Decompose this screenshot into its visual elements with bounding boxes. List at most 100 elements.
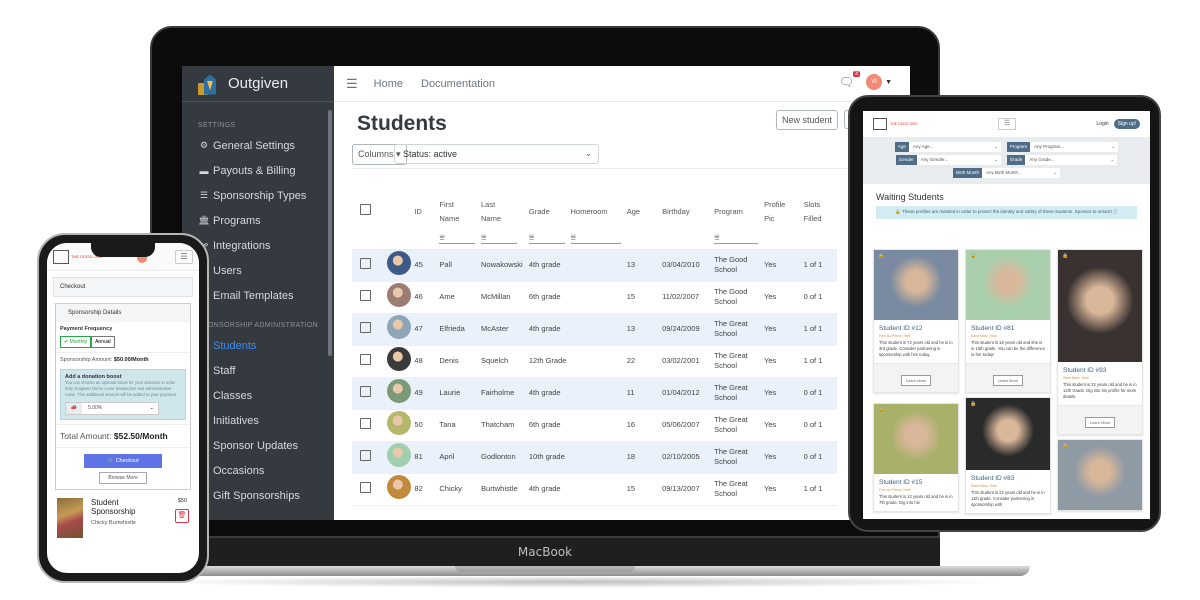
sidebar-item-sponsorship-types[interactable]: ☰ Sponsorship Types xyxy=(182,183,334,208)
amount-label: Sponsorship Amount: xyxy=(60,357,113,363)
cell-homeroom xyxy=(570,281,627,314)
student-card[interactable]: 🔒 Student ID #83 Saint Marc, Haiti This … xyxy=(965,397,1051,515)
filter-icon[interactable]: ⩸ xyxy=(714,231,759,245)
login-link[interactable]: Login xyxy=(1096,121,1108,127)
table-row[interactable]: 48 Denis Squelch 12th Grade 22 03/02/2001 The … xyxy=(352,345,837,378)
row-checkbox[interactable] xyxy=(360,321,371,333)
header-profile-pic[interactable]: Profile Pic xyxy=(764,197,804,227)
frequency-monthly-button[interactable]: ✔ Monthly xyxy=(60,336,92,348)
boost-percent-select[interactable]: 📣 5.00% ⌄ xyxy=(65,402,159,416)
status-filter-value: Status: active xyxy=(403,149,458,159)
student-card[interactable]: 🔒 Student ID #81 Saint Marc, Haiti This … xyxy=(965,249,1051,394)
learn-more-button[interactable]: Learn More xyxy=(992,375,1024,387)
learn-more-button[interactable]: Learn More xyxy=(900,375,932,387)
table-row[interactable]: 49 Laurie Fairholme 4th grade 11 01/04/2012 Th… xyxy=(352,377,837,410)
sidebar-item-payouts-billing[interactable]: ▬ Payouts & Billing xyxy=(182,158,334,183)
org-logo[interactable]: THE GOOD ORG xyxy=(873,118,918,130)
header-birthday[interactable]: Birthday xyxy=(662,197,714,227)
table-row[interactable]: 50 Tana Thatcham 6th grade 16 05/06/2007 The G… xyxy=(352,409,837,442)
status-filter-select[interactable]: Status: active ⌄ xyxy=(394,144,599,164)
row-checkbox[interactable] xyxy=(360,257,371,269)
table-row[interactable]: 47 Elfrieda McAster 4th grade 13 09/24/2009 Th… xyxy=(352,313,837,346)
student-card[interactable]: 🔒 Student ID #15 Port-au-Prince, Haiti T… xyxy=(873,403,959,513)
header-program[interactable]: Program xyxy=(714,197,764,227)
waiting-students-heading: Waiting Students xyxy=(876,192,944,202)
cell-birthday: 03/04/2010 xyxy=(662,249,715,282)
header-first-name[interactable]: First Name xyxy=(439,197,481,227)
user-menu-caret-icon[interactable]: ▼ xyxy=(885,79,892,86)
cell-id: 81 xyxy=(414,441,440,474)
filter-grade[interactable]: Grade Any Grade... ⌄ xyxy=(1006,155,1118,165)
filter-label: Gender xyxy=(895,155,917,165)
filter-gender[interactable]: Gender Any Gender... ⌄ xyxy=(895,155,1001,165)
nav-link-documentation[interactable]: Documentation xyxy=(421,78,495,90)
header-age[interactable]: Age xyxy=(627,197,662,227)
hamburger-menu-icon[interactable]: ☰ xyxy=(175,249,193,264)
trash-icon[interactable]: 🗑 xyxy=(175,509,189,524)
notification-badge: 3 xyxy=(852,71,861,77)
sidebar-item-programs[interactable]: 🏛 Programs xyxy=(182,208,334,233)
filter-program[interactable]: Program Any Program... ⌄ xyxy=(1006,142,1119,152)
filter-icon[interactable]: ⩸ xyxy=(570,231,621,245)
cell-birthday: 03/02/2001 xyxy=(662,345,715,378)
filter-label: Grade xyxy=(1006,155,1026,165)
sidebar-item-general-settings[interactable]: ⚙ General Settings xyxy=(182,133,334,158)
filter-select[interactable]: Any Grade... ⌄ xyxy=(1025,155,1118,165)
row-checkbox[interactable] xyxy=(360,385,371,397)
hamburger-menu-icon[interactable]: ☰ xyxy=(998,118,1017,130)
row-checkbox[interactable] xyxy=(360,289,371,301)
row-checkbox[interactable] xyxy=(360,353,371,365)
row-checkbox[interactable] xyxy=(360,449,371,461)
filter-icon[interactable]: ⩸ xyxy=(439,231,476,245)
payment-frequency-label: Payment Frequency xyxy=(60,326,113,332)
student-card[interactable]: 🔒 Student ID #12 Port-au-Prince, Haiti T… xyxy=(873,249,959,394)
cell-profile-pic: Yes xyxy=(764,345,804,378)
filter-icon[interactable]: ⩸ xyxy=(481,231,518,245)
cell-profile-pic: Yes xyxy=(764,473,804,506)
filter-icon[interactable]: ⩸ xyxy=(528,231,565,245)
table-row[interactable]: 45 Pall Nowakowski 4th grade 13 03/04/2010 The… xyxy=(352,249,837,282)
user-avatar[interactable]: VI xyxy=(866,74,883,90)
filter-birth-month[interactable]: Birth Month Any Birth Month... ⌄ xyxy=(952,168,1060,178)
table-row[interactable]: 82 Chicky Burtwhistle 4th grade 15 09/13/2007… xyxy=(352,473,837,506)
browse-more-button[interactable]: Browse More xyxy=(99,472,147,485)
student-avatar xyxy=(387,283,412,308)
filter-age[interactable]: Age Any Age... ⌄ xyxy=(894,142,1001,152)
cell-id: 47 xyxy=(414,313,440,346)
student-card[interactable]: 🔒 xyxy=(1057,439,1143,511)
select-all-checkbox[interactable] xyxy=(360,203,371,215)
nav-link-home[interactable]: Home xyxy=(374,78,403,90)
checkout-button[interactable]: 🛒 Checkout xyxy=(84,454,162,469)
org-logo-icon[interactable] xyxy=(53,249,69,264)
row-checkbox[interactable] xyxy=(360,481,371,493)
new-student-button[interactable]: New student xyxy=(776,110,839,130)
row-checkbox[interactable] xyxy=(360,417,371,429)
student-photo-blurred: 🔒 xyxy=(1058,440,1142,510)
filter-select[interactable]: Any Age... ⌄ xyxy=(908,142,1001,152)
total-label: Total Amount: xyxy=(60,431,112,442)
filter-select[interactable]: Any Gender... ⌄ xyxy=(916,155,1001,165)
table-row[interactable]: 46 Ame McMillan 6th grade 15 11/02/2007 The Go… xyxy=(352,281,837,314)
header-id[interactable]: ID xyxy=(414,197,439,227)
filter-select[interactable]: Any Birth Month... ⌄ xyxy=(982,168,1060,178)
sidebar-scrollbar[interactable] xyxy=(328,110,332,356)
cell-grade: 6th grade xyxy=(528,281,571,314)
header-grade[interactable]: Grade xyxy=(529,197,571,227)
learn-more-button[interactable]: Learn More xyxy=(1084,417,1116,429)
filter-select[interactable]: Any Program... ⌄ xyxy=(1030,142,1119,152)
student-card[interactable]: 🔒 Student ID #93 Saint Marc, Haiti This … xyxy=(1057,249,1143,436)
messages-icon[interactable]: 🗨 3 xyxy=(839,71,861,89)
brand-name: Outgiven xyxy=(228,75,289,92)
hamburger-menu-icon[interactable]: ☰ xyxy=(346,76,358,92)
frequency-annual-button[interactable]: Annual xyxy=(91,336,115,348)
header-last-name[interactable]: Last Name xyxy=(481,197,529,227)
outgiven-logo-icon xyxy=(196,73,218,95)
sidebar-item-label: Users xyxy=(213,264,242,277)
signup-button[interactable]: Sign up! xyxy=(1113,119,1140,129)
header-homeroom[interactable]: Homeroom xyxy=(571,197,627,227)
header-slots-filled[interactable]: Slots Filled xyxy=(804,197,837,227)
table-row[interactable]: 81 April Godlonton 10th grade 18 02/10/2005 Th… xyxy=(352,441,837,474)
sidebar-brand[interactable]: Outgiven xyxy=(182,66,334,102)
student-card-location: Port-au-Prince, Haiti xyxy=(879,488,911,492)
cell-birthday: 02/10/2005 xyxy=(662,441,715,474)
